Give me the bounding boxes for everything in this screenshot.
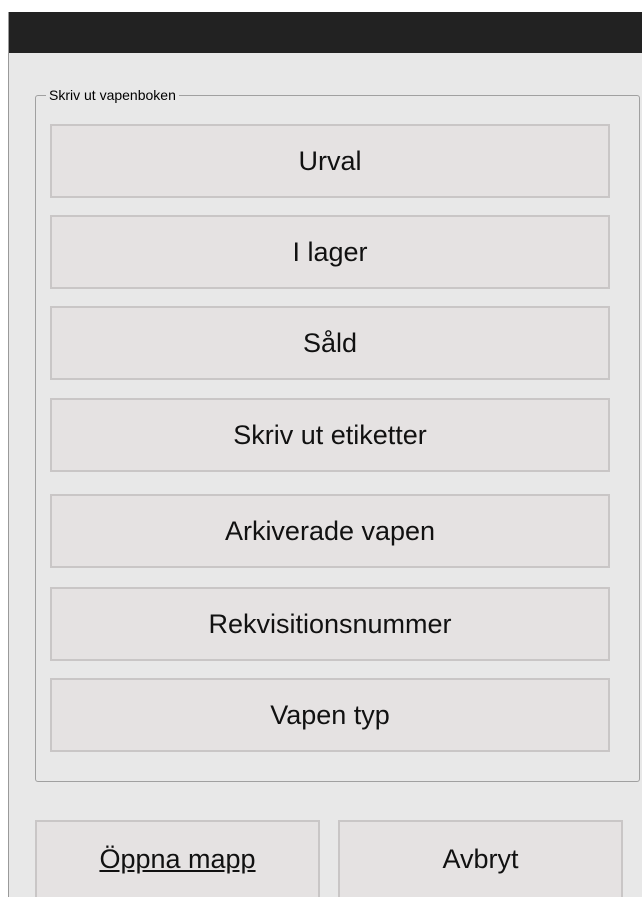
selection-button[interactable]: Urval xyxy=(50,124,610,198)
group-legend: Skriv ut vapenboken xyxy=(46,86,179,104)
weapon-type-button[interactable]: Vapen typ xyxy=(50,678,610,752)
print-labels-button[interactable]: Skriv ut etiketter xyxy=(50,398,610,472)
in-stock-button[interactable]: I lager xyxy=(50,215,610,289)
cancel-label: Avbryt xyxy=(442,844,519,874)
print-weapon-book-group: Skriv ut vapenboken Urval I lager Såld S… xyxy=(35,86,640,782)
print-dialog: Skriv ut vapenboken Urval I lager Såld S… xyxy=(8,12,642,897)
requisition-number-button[interactable]: Rekvisitionsnummer xyxy=(50,587,610,661)
archived-weapons-button[interactable]: Arkiverade vapen xyxy=(50,494,610,568)
title-bar[interactable] xyxy=(9,12,642,53)
cancel-button[interactable]: Avbryt xyxy=(338,820,623,897)
sold-button[interactable]: Såld xyxy=(50,306,610,380)
open-folder-label: Öppna mapp xyxy=(99,844,256,874)
open-folder-button[interactable]: Öppna mapp xyxy=(35,820,320,897)
